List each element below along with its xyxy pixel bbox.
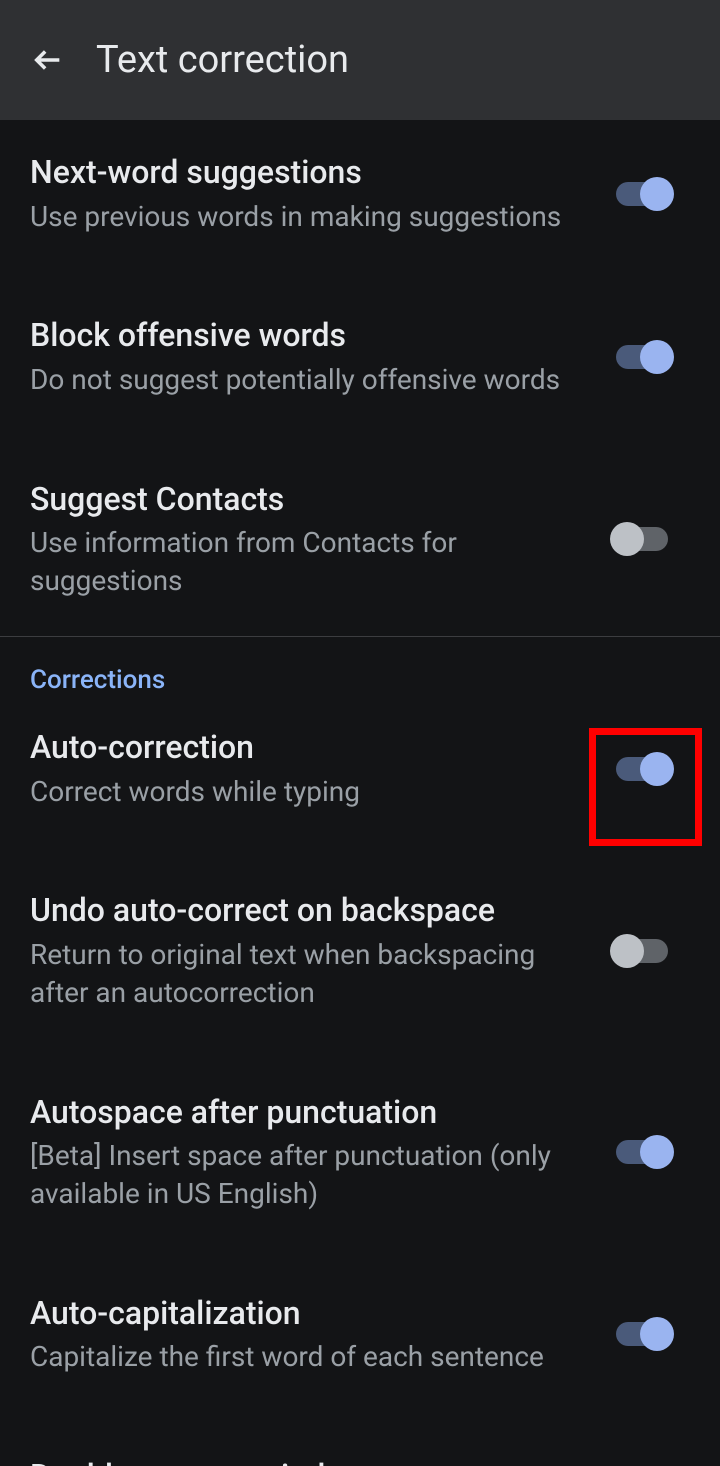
arrow-left-icon (31, 43, 65, 77)
setting-title: Suggest Contacts (30, 479, 592, 521)
setting-auto-capitalization[interactable]: Auto-capitalization Capitalize the first… (0, 1269, 720, 1400)
setting-suggest-contacts[interactable]: Suggest Contacts Use information from Co… (0, 455, 720, 624)
setting-undo-auto-correct[interactable]: Undo auto-correct on backspace Return to… (0, 866, 720, 1035)
settings-screen: Text correction Next-word suggestions Us… (0, 0, 720, 1466)
setting-auto-correction[interactable]: Auto-correction Correct words while typi… (0, 703, 720, 834)
setting-block-offensive-words[interactable]: Block offensive words Do not suggest pot… (0, 291, 720, 422)
toggle-block-offensive-words[interactable] (616, 337, 686, 377)
section-header-corrections: Corrections (0, 637, 720, 703)
setting-title: Auto-capitalization (30, 1293, 592, 1335)
setting-autospace-punctuation[interactable]: Autospace after punctuation [Beta] Inser… (0, 1068, 720, 1237)
toggle-autospace-punctuation[interactable] (616, 1132, 686, 1172)
setting-subtitle: Do not suggest potentially offensive wor… (30, 361, 592, 399)
setting-title: Auto-correction (30, 727, 592, 769)
setting-subtitle: Use information from Contacts for sugges… (30, 524, 592, 600)
back-button[interactable] (24, 36, 72, 84)
setting-title: Undo auto-correct on backspace (30, 890, 592, 932)
toggle-auto-correction[interactable] (616, 749, 686, 789)
toggle-auto-capitalization[interactable] (616, 1314, 686, 1354)
app-bar: Text correction (0, 0, 720, 120)
toggle-undo-auto-correct[interactable] (616, 931, 686, 971)
settings-list: Next-word suggestions Use previous words… (0, 120, 720, 1466)
setting-subtitle: Return to original text when backspacing… (30, 936, 592, 1012)
setting-double-space-period[interactable]: Double-space period (0, 1432, 720, 1466)
setting-subtitle: Use previous words in making suggestions (30, 198, 592, 236)
toggle-next-word-suggestions[interactable] (616, 174, 686, 214)
setting-subtitle: Correct words while typing (30, 773, 592, 811)
setting-title: Block offensive words (30, 315, 592, 357)
setting-title: Double-space period (30, 1456, 666, 1466)
page-title: Text correction (96, 38, 349, 82)
setting-subtitle: Capitalize the first word of each senten… (30, 1338, 592, 1376)
toggle-suggest-contacts[interactable] (616, 519, 686, 559)
setting-subtitle: [Beta] Insert space after punctuation (o… (30, 1137, 592, 1213)
setting-title: Next-word suggestions (30, 152, 592, 194)
setting-next-word-suggestions[interactable]: Next-word suggestions Use previous words… (0, 128, 720, 259)
setting-title: Autospace after punctuation (30, 1092, 592, 1134)
